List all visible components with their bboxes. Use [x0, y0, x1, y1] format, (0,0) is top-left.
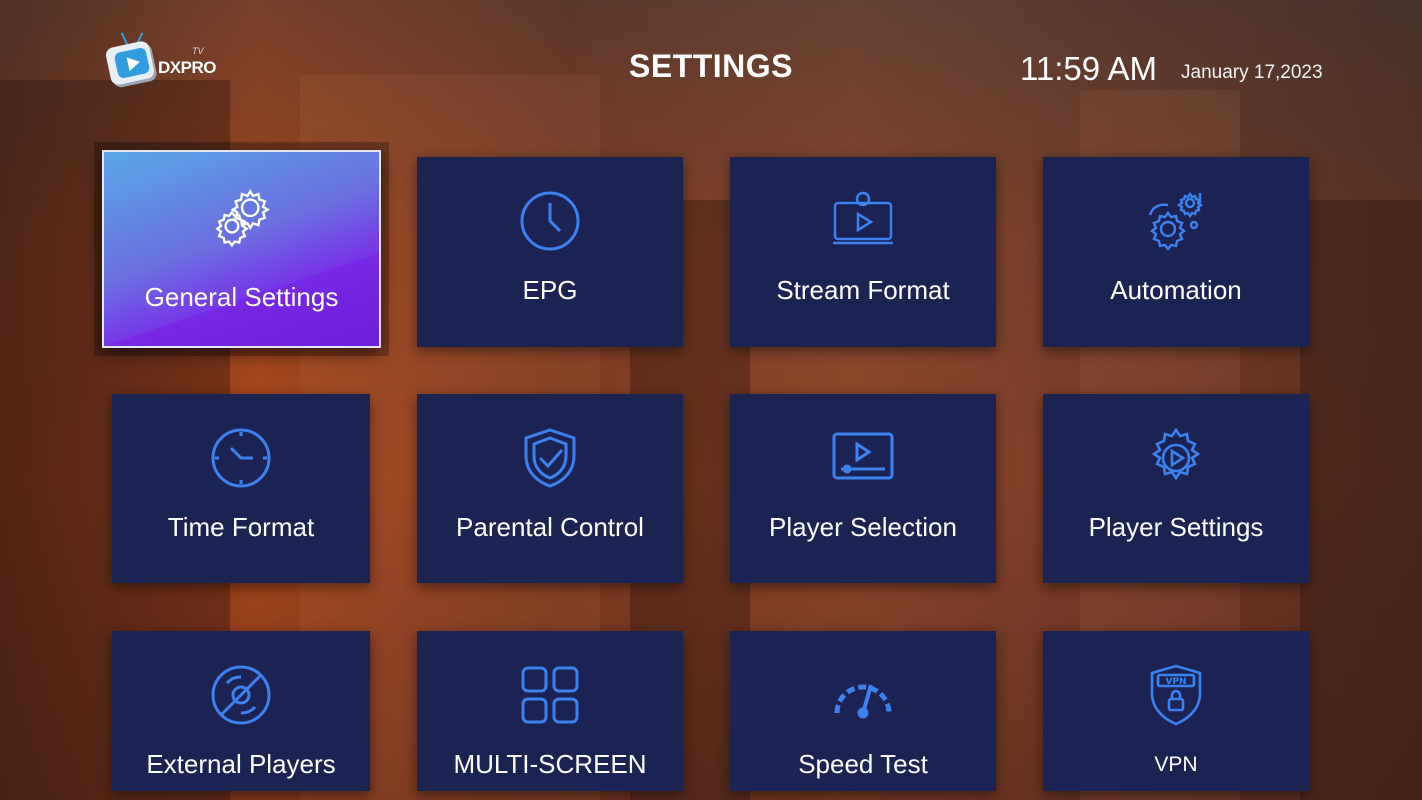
- vpn-shield-icon: VPN: [1144, 663, 1208, 727]
- tile-multi-screen[interactable]: MULTI-SCREEN: [417, 631, 683, 791]
- stream-monitor-icon: [831, 189, 895, 253]
- tile-label: General Settings: [144, 282, 339, 312]
- tile-label: Player Selection: [769, 512, 957, 542]
- clock-icon: [518, 189, 582, 253]
- grid-four-icon: [518, 663, 582, 727]
- tile-label: Player Settings: [1088, 512, 1264, 542]
- tile-label: Speed Test: [798, 749, 928, 779]
- automation-gears-icon: [1144, 189, 1208, 253]
- tile-external-players[interactable]: External Players: [112, 631, 370, 791]
- svg-text:VPN: VPN: [1165, 677, 1186, 687]
- tile-label: Parental Control: [456, 512, 644, 542]
- tile-player-settings[interactable]: Player Settings: [1043, 394, 1309, 583]
- tile-vpn[interactable]: VPN VPN: [1043, 631, 1309, 791]
- tile-parental-control[interactable]: Parental Control: [417, 394, 683, 583]
- tile-epg[interactable]: EPG: [417, 157, 683, 347]
- tile-speed-test[interactable]: Speed Test: [730, 631, 996, 791]
- header: DXPRO TV SETTINGS 11:59 AM January 17,20…: [0, 0, 1422, 130]
- tile-label: Automation: [1110, 275, 1242, 305]
- clock-date: January 17,2023: [1181, 62, 1323, 83]
- tile-label: Stream Format: [776, 275, 950, 305]
- disc-slash-icon: [209, 663, 273, 727]
- shield-check-icon: [518, 426, 582, 490]
- time-clock-icon: [209, 426, 273, 490]
- tile-general-settings[interactable]: General Settings: [102, 150, 381, 348]
- tile-time-format[interactable]: Time Format: [112, 394, 370, 583]
- tile-label: External Players: [146, 749, 336, 779]
- gears-icon: [210, 184, 274, 248]
- tile-label: VPN: [1154, 753, 1198, 776]
- tile-label: MULTI-SCREEN: [453, 749, 647, 779]
- speedometer-icon: [831, 663, 895, 727]
- tile-player-selection[interactable]: Player Selection: [730, 394, 996, 583]
- clock-time: 11:59 AM: [1020, 50, 1157, 87]
- tile-stream-format[interactable]: Stream Format: [730, 157, 996, 347]
- gear-play-icon: [1144, 426, 1208, 490]
- tile-label: Time Format: [167, 512, 315, 542]
- tile-automation[interactable]: Automation: [1043, 157, 1309, 347]
- player-screen-icon: [831, 426, 895, 490]
- tile-label: EPG: [522, 275, 578, 305]
